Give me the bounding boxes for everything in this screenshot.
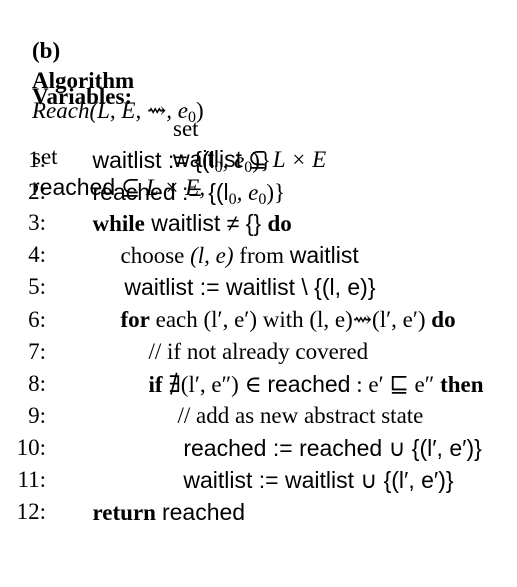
algo-line-2: 2: reached := {(l0, e0)}: [0, 147, 285, 208]
algo-line-11: 11: waitlist := waitlist ∪ {(l′, e′)}: [0, 435, 453, 493]
do-keyword: do: [431, 307, 456, 332]
variables-line-1: Variables: set reached ⊆ L × E,: [9, 52, 205, 200]
algorithm-caption: (b) Algorithm Reach(L, E, ⇝, e0): [9, 6, 204, 126]
variables-keyword: Variables:: [32, 84, 133, 109]
algorithm-figure: (b) Algorithm Reach(L, E, ⇝, e0) Variabl…: [0, 0, 517, 525]
then-keyword: then: [440, 372, 484, 397]
algo-line-3: 3: while waitlist ≠ {} do: [0, 178, 292, 236]
algo-line-7: 7: // if not already covered: [0, 307, 368, 364]
return-keyword: return: [92, 500, 156, 525]
algo-line-8: 8: if ∄(l′, e″) ∈ reached : e′ ⊑ e″ then: [0, 339, 483, 397]
algo-line-12: 12: return reached: [0, 467, 245, 525]
algo-line-6: 6: for each (l′, e′) with (l, e)⇝(l′, e′…: [0, 275, 455, 332]
line-12-reached: reached: [161, 499, 246, 525]
algo-line-5: 5: waitlist := waitlist \ {(l, e)}: [0, 242, 375, 300]
algo-line-10: 10: reached := reached ∪ {(l′, e′)}: [0, 403, 482, 461]
algo-line-9: 9: // add as new abstract state: [0, 371, 423, 428]
algo-line-4: 4: choose (l, e) from waitlist: [0, 210, 359, 268]
variables-line-2: set waitlist ⊆ L × E: [150, 84, 326, 172]
algo-line-1: 1: waitlist := {(l0, e0)}: [0, 115, 271, 176]
